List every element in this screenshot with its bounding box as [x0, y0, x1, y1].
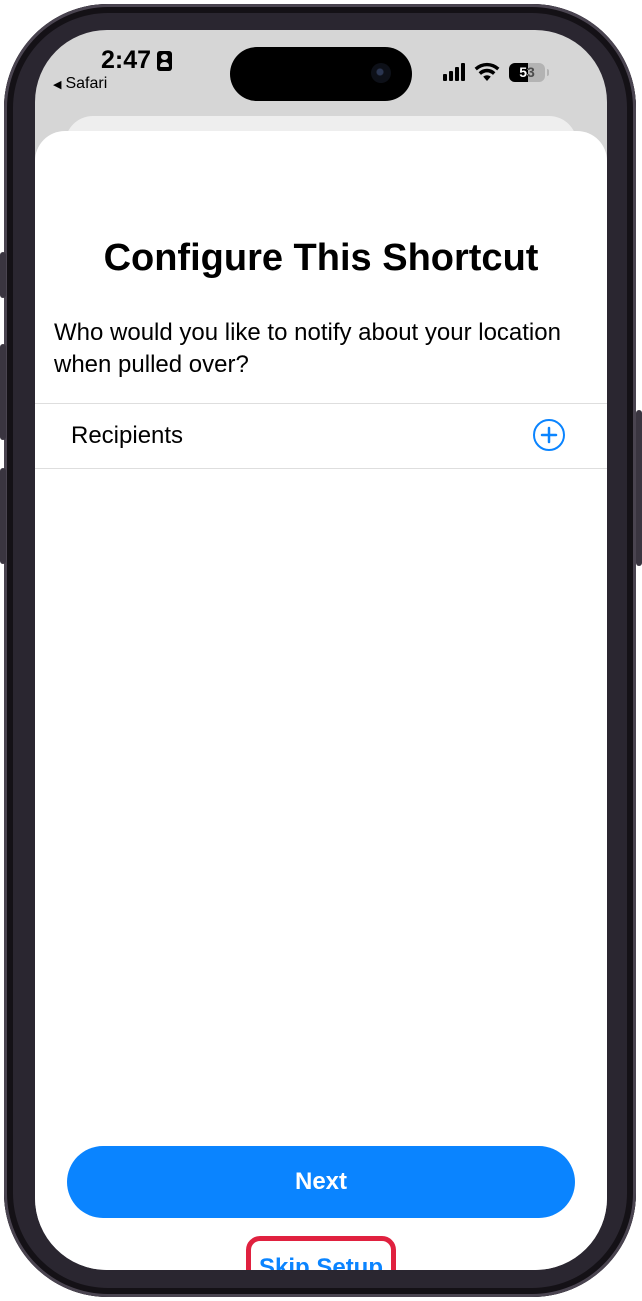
battery-icon: 53: [509, 62, 549, 82]
configure-sheet: Configure This Shortcut Who would you li…: [35, 131, 607, 1270]
power-button: [636, 410, 642, 566]
volume-down-button: [0, 468, 6, 564]
camera-icon: [371, 63, 391, 83]
volume-up-button: [0, 344, 6, 440]
recipients-label: Recipients: [71, 422, 184, 449]
screen: 2:47 ◀ Safari 53 Configure This Shortcut…: [35, 30, 607, 1270]
sheet-title: Configure This Shortcut: [103, 237, 539, 279]
cellular-signal-icon: [443, 63, 465, 81]
question-text: Who would you like to notify about your …: [54, 319, 561, 378]
skip-setup-highlight: Skip Setup: [246, 1236, 396, 1270]
contact-card-icon: [157, 50, 173, 71]
action-button: [0, 252, 6, 298]
battery-level: 53: [519, 64, 535, 80]
status-time: 2:47: [101, 46, 173, 75]
time-text: 2:47: [101, 46, 152, 74]
next-button[interactable]: Next: [67, 1146, 575, 1218]
divider-bottom: [35, 468, 607, 469]
plus-icon: [540, 426, 558, 444]
skip-setup-button[interactable]: Skip Setup: [259, 1254, 383, 1270]
add-recipient-button[interactable]: [533, 419, 565, 451]
wifi-icon: [474, 62, 500, 81]
recipients-row[interactable]: Recipients: [35, 404, 607, 468]
back-triangle-icon: ◀: [53, 78, 62, 91]
back-to-app-link[interactable]: ◀ Safari: [53, 75, 107, 93]
back-app-label: Safari: [65, 75, 108, 92]
status-indicators: 53: [443, 62, 549, 82]
